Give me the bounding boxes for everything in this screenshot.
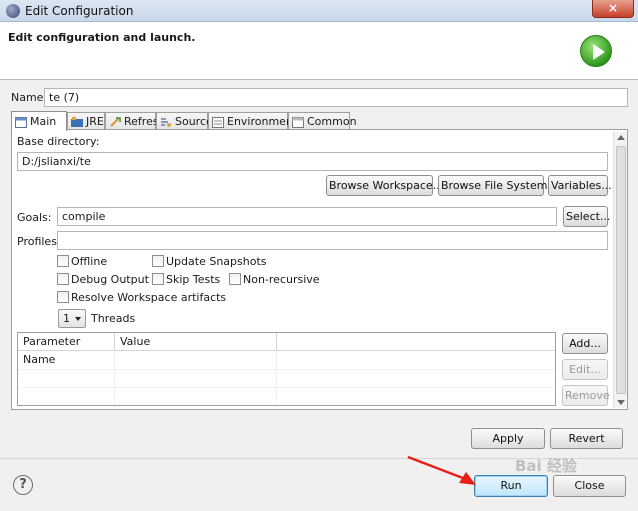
column-header-parameter-name[interactable]: Parameter Name bbox=[18, 333, 115, 366]
resolve-workspace-label: Resolve Workspace artifacts bbox=[71, 291, 227, 304]
run-button[interactable]: Run bbox=[474, 475, 548, 497]
title-bar: Edit Configuration × bbox=[0, 0, 638, 22]
edit-parameter-button[interactable]: Edit... bbox=[562, 359, 608, 380]
skip-tests-checkbox[interactable] bbox=[152, 273, 164, 285]
browse-file-system-button[interactable]: Browse File System... bbox=[438, 175, 558, 196]
skip-tests-label: Skip Tests bbox=[166, 273, 221, 286]
scroll-up-icon[interactable] bbox=[617, 135, 625, 140]
offline-label: Offline bbox=[71, 255, 108, 268]
apply-button[interactable]: Apply bbox=[471, 428, 545, 449]
scroll-thumb[interactable] bbox=[616, 146, 626, 394]
refresh-icon bbox=[109, 116, 121, 127]
browse-workspace-button[interactable]: Browse Workspace... bbox=[326, 175, 443, 196]
threads-label: Threads bbox=[91, 312, 136, 325]
close-button[interactable]: Close bbox=[553, 475, 626, 497]
environment-icon bbox=[212, 116, 224, 128]
common-icon bbox=[292, 116, 304, 128]
window-title: Edit Configuration bbox=[25, 4, 134, 18]
jre-icon bbox=[71, 116, 83, 127]
column-header-value[interactable]: Value bbox=[115, 333, 277, 351]
threads-value: 1 bbox=[63, 312, 70, 325]
tab-common[interactable]: Common bbox=[288, 112, 357, 130]
resolve-workspace-checkbox[interactable] bbox=[57, 291, 69, 303]
name-label: Name: bbox=[11, 91, 48, 104]
remove-parameter-button[interactable]: Remove bbox=[562, 385, 610, 406]
tab-jre[interactable]: JRE bbox=[67, 112, 105, 130]
tab-source[interactable]: Source bbox=[156, 112, 213, 130]
scroll-down-icon[interactable] bbox=[617, 400, 625, 405]
watermark: Bai 经验 bbox=[515, 457, 577, 475]
base-directory-label: Base directory: bbox=[17, 135, 100, 148]
help-icon[interactable]: ? bbox=[13, 475, 33, 495]
profiles-label: Profiles: bbox=[17, 235, 61, 248]
main-tab-icon bbox=[15, 116, 27, 128]
profiles-input[interactable] bbox=[57, 231, 608, 250]
header-title: Edit configuration and launch. bbox=[8, 31, 196, 44]
vertical-scrollbar[interactable] bbox=[613, 132, 627, 408]
offline-checkbox[interactable] bbox=[57, 255, 69, 267]
table-header: Parameter Name Value bbox=[18, 333, 555, 366]
source-icon bbox=[160, 116, 172, 127]
table-row bbox=[18, 388, 555, 405]
column-header-empty bbox=[277, 333, 555, 351]
update-snapshots-label: Update Snapshots bbox=[166, 255, 267, 268]
tab-environment[interactable]: Environment bbox=[208, 112, 297, 130]
goals-label: Goals: bbox=[17, 211, 52, 224]
variables-button[interactable]: Variables... bbox=[548, 175, 612, 196]
add-parameter-button[interactable]: Add... bbox=[562, 333, 608, 354]
select-goals-button[interactable]: Select... bbox=[563, 206, 610, 227]
tab-refresh[interactable]: Refresh bbox=[105, 112, 166, 130]
debug-output-checkbox[interactable] bbox=[57, 273, 69, 285]
revert-button[interactable]: Revert bbox=[550, 428, 623, 449]
window-close-button[interactable]: × bbox=[592, 0, 634, 18]
name-input[interactable]: te (7) bbox=[44, 88, 628, 107]
tab-main[interactable]: Main bbox=[11, 111, 67, 131]
table-row bbox=[18, 370, 555, 388]
goals-input[interactable]: compile bbox=[57, 207, 557, 226]
chevron-down-icon bbox=[75, 317, 81, 321]
table-row bbox=[18, 352, 555, 370]
non-recursive-checkbox[interactable] bbox=[229, 273, 241, 285]
update-snapshots-checkbox[interactable] bbox=[152, 255, 164, 267]
base-directory-input[interactable]: D:/jslianxi/te bbox=[17, 152, 608, 171]
dialog-header: Edit configuration and launch. bbox=[0, 22, 638, 80]
debug-output-label: Debug Output bbox=[71, 273, 149, 286]
eclipse-icon bbox=[6, 4, 20, 18]
run-icon bbox=[580, 35, 612, 67]
non-recursive-label: Non-recursive bbox=[243, 273, 320, 286]
parameters-table[interactable]: Parameter Name Value bbox=[17, 332, 556, 406]
threads-combo[interactable]: 1 bbox=[58, 309, 86, 328]
